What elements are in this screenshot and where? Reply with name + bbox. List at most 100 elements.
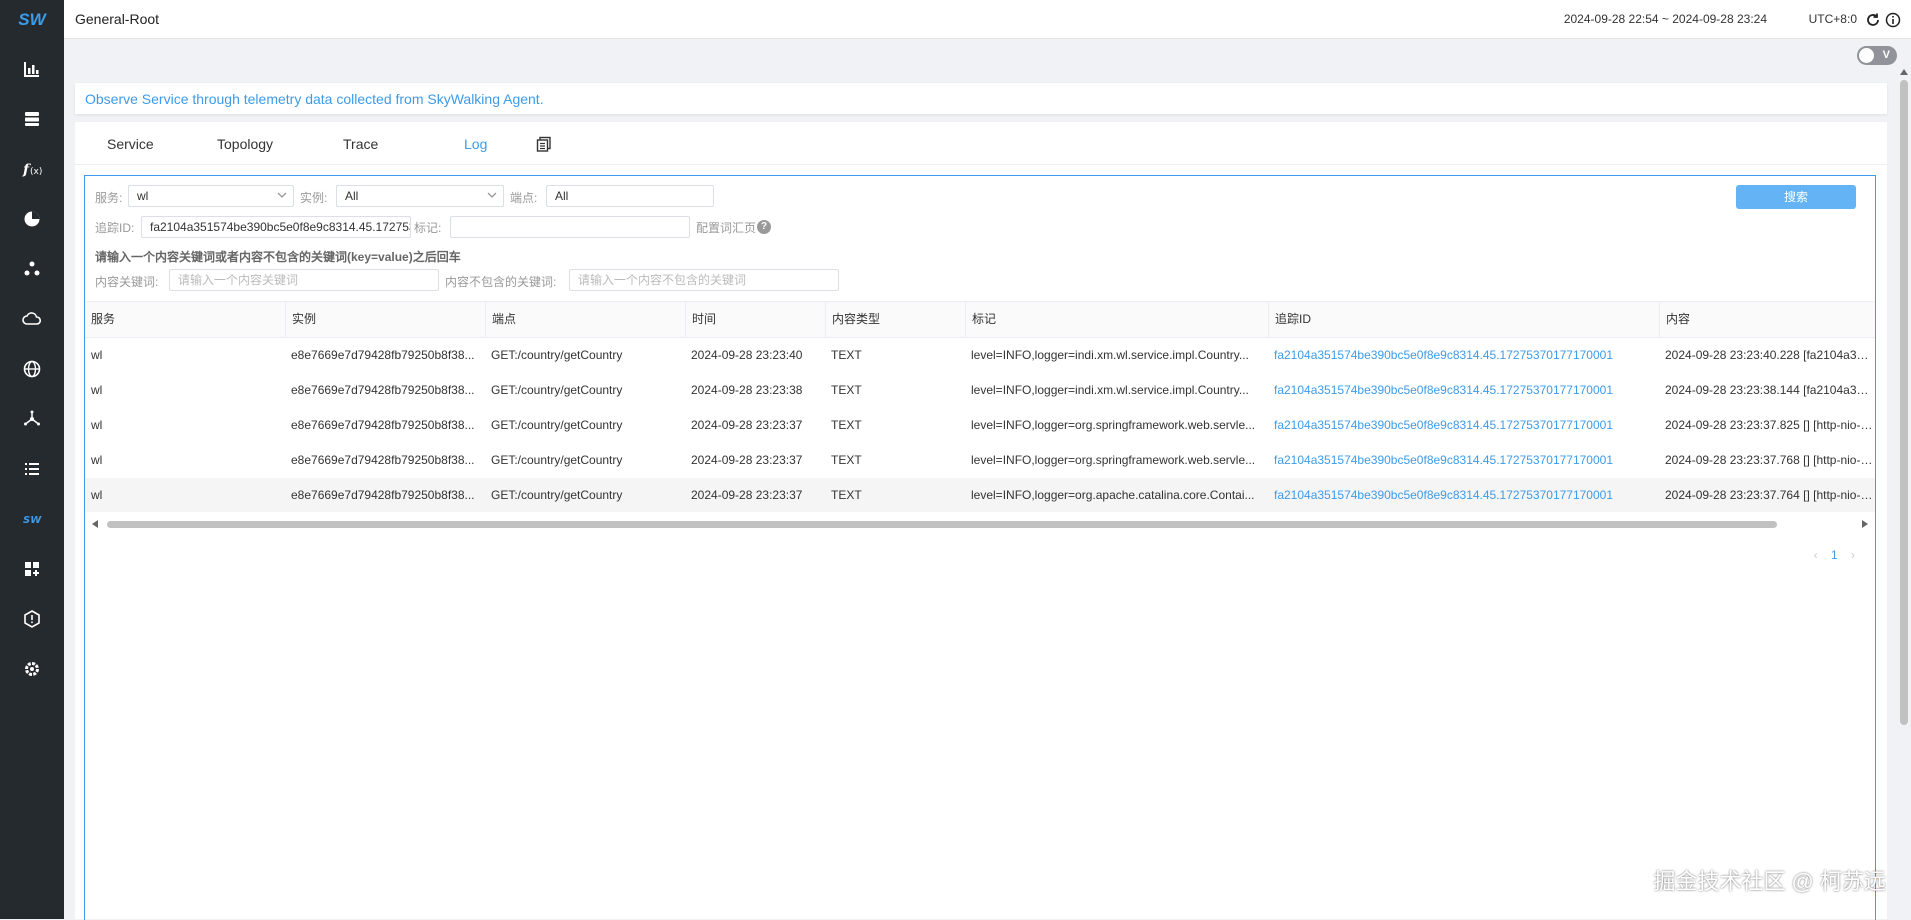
- cell-tags: level=INFO,logger=org.springframework.we…: [971, 418, 1256, 432]
- keyword-label: 内容关键词:: [95, 275, 159, 289]
- cell-trace-id-link[interactable]: fa2104a351574be390bc5e0f8e9c8314.45.1727…: [1268, 373, 1659, 408]
- scrollbar-thumb[interactable]: [107, 521, 1777, 528]
- list-icon[interactable]: [0, 444, 64, 494]
- column-header: 实例: [285, 302, 485, 337]
- dashboard-add-icon[interactable]: [0, 544, 64, 594]
- cell-tags: level=INFO,logger=indi.xm.wl.service.imp…: [971, 383, 1249, 397]
- cell-endpoint: GET:/country/getCountry: [491, 348, 623, 362]
- tab-trace[interactable]: Trace: [343, 136, 378, 152]
- chart-icon[interactable]: [0, 44, 64, 94]
- instance-select[interactable]: All: [336, 185, 504, 207]
- cell-content: 2024-09-28 23:23:37.768 [] [http-nio-809: [1665, 453, 1875, 467]
- service-select[interactable]: wl: [128, 185, 294, 207]
- cell-content-type: TEXT: [831, 453, 862, 467]
- skywalking-logo[interactable]: SW: [18, 10, 45, 32]
- table-row[interactable]: wl e8e7669e7d79428fb79250b8f38... GET:/c…: [85, 408, 1875, 443]
- sidebar: SW f (x) SW: [0, 0, 64, 919]
- log-table: 服务 实例 端点 时间 内容类型 标记 追踪ID 内容 wl e8e7669e7…: [85, 301, 1875, 512]
- alert-icon[interactable]: [0, 594, 64, 644]
- keyword-hint: 请输入一个内容关键词或者内容不包含的关键词(key=value)之后回车: [95, 250, 461, 264]
- cell-instance: e8e7669e7d79428fb79250b8f38...: [291, 383, 475, 397]
- settings-icon[interactable]: [0, 644, 64, 694]
- table-row[interactable]: wl e8e7669e7d79428fb79250b8f38... GET:/c…: [85, 373, 1875, 408]
- column-header: 内容: [1659, 302, 1875, 337]
- function-icon[interactable]: f (x): [0, 144, 64, 194]
- cell-endpoint: GET:/country/getCountry: [491, 453, 623, 467]
- watermark: 掘金技术社区 @ 柯苏远: [1653, 869, 1886, 894]
- cell-tags: level=INFO,logger=org.apache.catalina.co…: [971, 488, 1255, 502]
- description-bar: Observe Service through telemetry data c…: [75, 83, 1887, 114]
- description-text: Observe Service through telemetry data c…: [85, 91, 544, 107]
- trace-id-label: 追踪ID:: [95, 221, 135, 235]
- cell-time: 2024-09-28 23:23:37: [691, 418, 803, 432]
- scroll-up-arrow[interactable]: [1900, 69, 1908, 75]
- tags-label: 标记:: [414, 221, 442, 235]
- top-header: General-Root 2024-09-28 22:54 ~ 2024-09-…: [64, 0, 1911, 39]
- network-icon[interactable]: [0, 394, 64, 444]
- cell-trace-id-link[interactable]: fa2104a351574be390bc5e0f8e9c8314.45.1727…: [1268, 443, 1659, 478]
- cell-service: wl: [91, 488, 103, 502]
- database-icon[interactable]: [0, 94, 64, 144]
- cell-trace-id-link[interactable]: fa2104a351574be390bc5e0f8e9c8314.45.1727…: [1268, 408, 1659, 443]
- globe-icon[interactable]: [0, 344, 64, 394]
- exclude-keyword-input[interactable]: 请输入一个内容不包含的关键词: [569, 269, 839, 291]
- cluster-icon[interactable]: [0, 244, 64, 294]
- cell-content-type: TEXT: [831, 488, 862, 502]
- log-panel: 服务: wl 实例: All 端点: All 搜索 追踪ID: fa2104a3…: [84, 175, 1876, 920]
- column-header: 时间: [685, 302, 825, 337]
- cell-content: 2024-09-28 23:23:40.228 [fa2104a3515: [1665, 348, 1875, 362]
- cell-endpoint: GET:/country/getCountry: [491, 418, 623, 432]
- copy-icon[interactable]: [536, 136, 552, 152]
- mode-toggle[interactable]: V: [1857, 46, 1897, 65]
- cell-content: 2024-09-28 23:23:37.825 [] [http-nio-809: [1665, 418, 1875, 432]
- pagination: ‹ 1 ›: [1804, 548, 1865, 562]
- timezone-label[interactable]: UTC+8:0: [1809, 12, 1857, 26]
- tab-log[interactable]: Log: [464, 136, 487, 152]
- pie-icon[interactable]: [0, 194, 64, 244]
- vertical-scrollbar[interactable]: [1900, 80, 1908, 725]
- svg-text:(x): (x): [30, 167, 42, 177]
- cell-trace-id-link[interactable]: fa2104a351574be390bc5e0f8e9c8314.45.1727…: [1268, 478, 1659, 512]
- next-page-icon[interactable]: ›: [1851, 548, 1855, 562]
- cloud-icon[interactable]: [0, 294, 64, 344]
- chevron-down-icon: [487, 192, 497, 198]
- search-button[interactable]: 搜索: [1736, 185, 1856, 209]
- refresh-icon[interactable]: [1865, 12, 1881, 28]
- cell-service: wl: [91, 348, 103, 362]
- table-row[interactable]: wl e8e7669e7d79428fb79250b8f38... GET:/c…: [85, 478, 1875, 512]
- keyword-input[interactable]: 请输入一个内容关键词: [169, 269, 439, 291]
- cell-content: 2024-09-28 23:23:37.764 [] [http-nio-809: [1665, 488, 1875, 502]
- horizontal-scrollbar[interactable]: [85, 518, 1875, 530]
- scroll-left-arrow[interactable]: [92, 520, 98, 528]
- cell-service: wl: [91, 383, 103, 397]
- table-header: 服务 实例 端点 时间 内容类型 标记 追踪ID 内容: [85, 301, 1875, 338]
- help-icon[interactable]: ?: [757, 220, 771, 234]
- tags-input[interactable]: [450, 216, 690, 238]
- chevron-down-icon: [277, 192, 287, 198]
- cell-content: 2024-09-28 23:23:38.144 [fa2104a3515: [1665, 383, 1875, 397]
- cell-content-type: TEXT: [831, 348, 862, 362]
- info-icon[interactable]: [1885, 12, 1901, 28]
- table-row[interactable]: wl e8e7669e7d79428fb79250b8f38... GET:/c…: [85, 338, 1875, 373]
- trace-id-input[interactable]: fa2104a351574be390bc5e0f8e9c8314.45.1727…: [141, 216, 411, 238]
- skywalking-icon[interactable]: SW: [0, 494, 64, 544]
- cell-time: 2024-09-28 23:23:40: [691, 348, 803, 362]
- cell-trace-id-link[interactable]: fa2104a351574be390bc5e0f8e9c8314.45.1727…: [1268, 338, 1659, 373]
- current-page[interactable]: 1: [1831, 548, 1838, 562]
- service-label: 服务:: [95, 191, 123, 205]
- config-vocabulary-link[interactable]: 配置词汇页: [696, 219, 756, 236]
- cell-time: 2024-09-28 23:23:37: [691, 488, 803, 502]
- cell-instance: e8e7669e7d79428fb79250b8f38...: [291, 348, 475, 362]
- scroll-right-arrow[interactable]: [1862, 520, 1868, 528]
- tab-service[interactable]: Service: [107, 136, 154, 152]
- cell-tags: level=INFO,logger=indi.xm.wl.service.imp…: [971, 348, 1249, 362]
- exclude-keyword-label: 内容不包含的关键词:: [445, 275, 557, 289]
- tab-topology[interactable]: Topology: [217, 136, 273, 152]
- cell-tags: level=INFO,logger=org.springframework.we…: [971, 453, 1256, 467]
- endpoint-input[interactable]: All: [546, 185, 714, 207]
- time-range-picker[interactable]: 2024-09-28 22:54 ~ 2024-09-28 23:24: [1564, 12, 1767, 26]
- prev-page-icon[interactable]: ‹: [1814, 548, 1818, 562]
- instance-label: 实例:: [300, 191, 328, 205]
- table-row[interactable]: wl e8e7669e7d79428fb79250b8f38... GET:/c…: [85, 443, 1875, 478]
- cell-instance: e8e7669e7d79428fb79250b8f38...: [291, 488, 475, 502]
